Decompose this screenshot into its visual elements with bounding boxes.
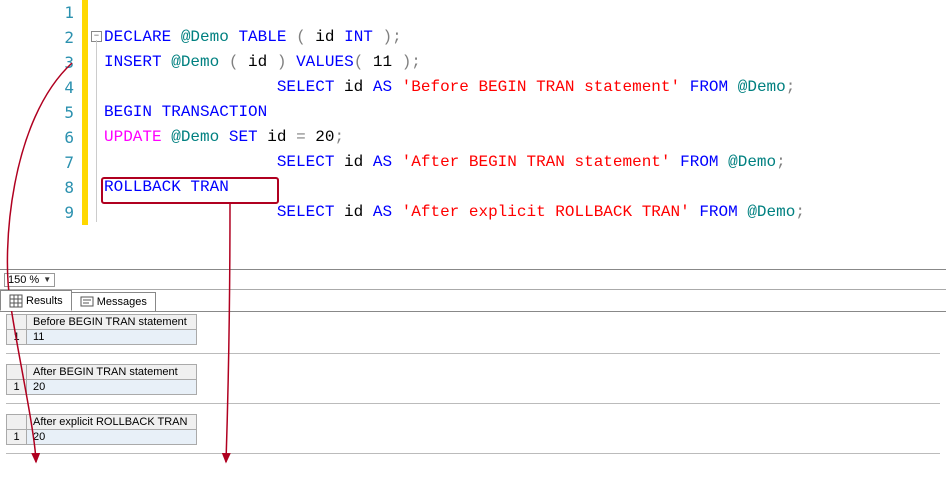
change-marker-strip <box>82 0 88 225</box>
code-line[interactable]: UPDATE @Demo SET id = 20; <box>104 125 946 150</box>
code-line[interactable]: SELECT id AS 'Before BEGIN TRAN statemen… <box>104 75 946 100</box>
code-line[interactable]: BEGIN TRANSACTION <box>104 100 946 125</box>
sql-editor-pane[interactable]: 123456789 − DECLARE @Demo TABLE ( id INT… <box>0 0 946 270</box>
chevron-down-icon: ▼ <box>43 275 51 284</box>
result-table[interactable]: After BEGIN TRAN statement120 <box>6 364 197 395</box>
line-number: 3 <box>0 50 82 75</box>
code-text-area[interactable]: DECLARE @Demo TABLE ( id INT );INSERT @D… <box>104 0 946 225</box>
messages-icon <box>80 295 94 309</box>
zoom-dropdown[interactable]: 150 % ▼ <box>4 273 55 287</box>
line-number: 9 <box>0 200 82 225</box>
table-row[interactable]: 120 <box>7 430 197 445</box>
tab-results-label: Results <box>26 295 63 307</box>
row-number: 1 <box>7 330 27 345</box>
results-pane[interactable]: Before BEGIN TRAN statement111After BEGI… <box>0 312 946 502</box>
code-line[interactable] <box>104 0 946 25</box>
line-number: 2 <box>0 25 82 50</box>
result-grid: After BEGIN TRAN statement120 <box>6 364 940 404</box>
code-line[interactable]: ROLLBACK TRAN <box>104 175 946 200</box>
code-line[interactable]: DECLARE @Demo TABLE ( id INT ); <box>104 25 946 50</box>
row-number: 1 <box>7 380 27 395</box>
cell-value[interactable]: 20 <box>27 430 197 445</box>
table-corner <box>7 415 27 430</box>
line-number: 4 <box>0 75 82 100</box>
cell-value[interactable]: 20 <box>27 380 197 395</box>
line-number-gutter: 123456789 <box>0 0 82 269</box>
grid-icon <box>9 294 23 308</box>
fold-gutter: − <box>90 0 104 269</box>
table-corner <box>7 315 27 330</box>
tab-messages-label: Messages <box>97 296 147 308</box>
code-line[interactable]: SELECT id AS 'After explicit ROLLBACK TR… <box>104 200 946 225</box>
result-grid: After explicit ROLLBACK TRAN120 <box>6 414 940 454</box>
table-corner <box>7 365 27 380</box>
column-header[interactable]: After explicit ROLLBACK TRAN <box>27 415 197 430</box>
line-number: 5 <box>0 100 82 125</box>
line-number: 6 <box>0 125 82 150</box>
row-number: 1 <box>7 430 27 445</box>
line-number: 1 <box>0 0 82 25</box>
code-line[interactable]: INSERT @Demo ( id ) VALUES( 11 ); <box>104 50 946 75</box>
result-grid: Before BEGIN TRAN statement111 <box>6 314 940 354</box>
line-number: 8 <box>0 175 82 200</box>
tab-messages[interactable]: Messages <box>71 292 156 311</box>
zoom-bar: 150 % ▼ <box>0 270 946 290</box>
table-row[interactable]: 120 <box>7 380 197 395</box>
table-row[interactable]: 111 <box>7 330 197 345</box>
column-header[interactable]: After BEGIN TRAN statement <box>27 365 197 380</box>
results-tabs: Results Messages <box>0 290 946 312</box>
zoom-value: 150 % <box>8 274 39 286</box>
tab-results[interactable]: Results <box>0 290 72 311</box>
column-header[interactable]: Before BEGIN TRAN statement <box>27 315 197 330</box>
result-table[interactable]: After explicit ROLLBACK TRAN120 <box>6 414 197 445</box>
result-table[interactable]: Before BEGIN TRAN statement111 <box>6 314 197 345</box>
fold-guide-line <box>96 40 97 222</box>
code-line[interactable]: SELECT id AS 'After BEGIN TRAN statement… <box>104 150 946 175</box>
line-number: 7 <box>0 150 82 175</box>
cell-value[interactable]: 11 <box>27 330 197 345</box>
